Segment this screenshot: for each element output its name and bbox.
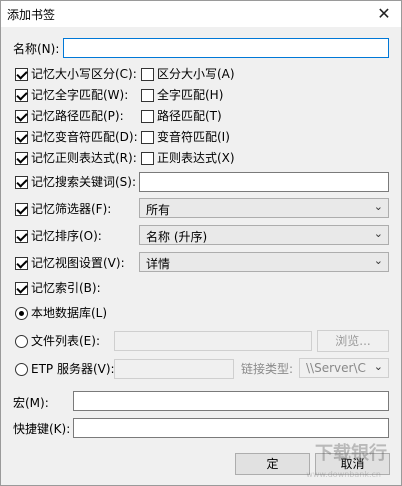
remember-regex-checkbox[interactable] (15, 152, 28, 165)
remember-filter-checkbox[interactable] (15, 203, 28, 216)
remember-case-label: 记忆大小写区分(C): (31, 67, 137, 81)
remember-path-label: 记忆路径匹配(P): (31, 109, 124, 123)
file-list-label: 文件列表(E): (31, 334, 100, 348)
hotkey-input[interactable] (73, 418, 389, 438)
filter-select[interactable]: 所有 ⌄ (139, 198, 389, 218)
hotkey-label: 快捷键(K): (13, 422, 71, 436)
local-db-radio[interactable] (15, 307, 28, 320)
browse-button[interactable]: 浏览... (317, 330, 389, 352)
etp-server-label: ETP 服务器(V): (31, 362, 115, 376)
close-icon[interactable]: ✕ (375, 4, 393, 23)
etp-server-input[interactable] (114, 359, 234, 379)
remember-case-checkbox[interactable] (15, 68, 28, 81)
sort-select[interactable]: 名称 (升序) ⌄ (139, 225, 389, 245)
remember-view-label: 记忆视图设置(V): (31, 256, 125, 270)
file-list-input[interactable] (114, 331, 312, 351)
macro-input[interactable] (73, 391, 389, 411)
match-diacritics-label: 变音符匹配(I) (157, 130, 230, 144)
watermark-logo: 下载银行 (315, 443, 387, 464)
match-path-label: 路径匹配(T) (157, 109, 222, 123)
remember-search-label: 记忆搜索关键词(S): (31, 175, 137, 189)
remember-search-checkbox[interactable] (15, 176, 28, 189)
remember-filter-label: 记忆筛选器(F): (31, 202, 112, 216)
remember-index-label: 记忆索引(B): (31, 281, 101, 295)
link-type-select[interactable]: \\Server\C ⌄ (299, 358, 389, 378)
regex-label: 正则表达式(X) (157, 151, 235, 165)
watermark-url: www.downbank.cn (306, 470, 381, 479)
view-select[interactable]: 详情 ⌄ (139, 252, 389, 272)
chevron-down-icon: ⌄ (373, 254, 383, 267)
add-bookmark-dialog: 添加书签 ✕ 名称(N): 记忆大小写区分(C): 区分大小写(A) 记忆全字匹… (0, 0, 402, 486)
name-label: 名称(N): (13, 42, 60, 56)
chevron-down-icon: ⌄ (373, 227, 383, 240)
name-input[interactable] (63, 38, 389, 58)
match-case-checkbox[interactable] (141, 68, 154, 81)
remember-index-checkbox[interactable] (15, 282, 28, 295)
search-input[interactable] (139, 172, 389, 192)
ok-button[interactable]: 定 (235, 453, 310, 475)
local-db-label: 本地数据库(L) (31, 306, 108, 320)
remember-regex-label: 记忆正则表达式(R): (31, 151, 137, 165)
etp-server-radio[interactable] (15, 363, 28, 376)
remember-whole-word-checkbox[interactable] (15, 89, 28, 102)
remember-sort-checkbox[interactable] (15, 230, 28, 243)
match-diacritics-checkbox[interactable] (141, 131, 154, 144)
match-case-label: 区分大小写(A) (157, 67, 235, 81)
whole-word-label: 全字匹配(H) (157, 88, 224, 102)
chevron-down-icon: ⌄ (373, 360, 383, 373)
match-path-checkbox[interactable] (141, 110, 154, 123)
remember-whole-word-label: 记忆全字匹配(W): (31, 88, 129, 102)
window-title: 添加书签 (7, 8, 56, 22)
remember-view-checkbox[interactable] (15, 257, 28, 270)
remember-diacritics-label: 记忆变音符匹配(D): (31, 130, 138, 144)
remember-sort-label: 记忆排序(O): (31, 229, 102, 243)
file-list-radio[interactable] (15, 335, 28, 348)
regex-checkbox[interactable] (141, 152, 154, 165)
remember-path-checkbox[interactable] (15, 110, 28, 123)
remember-diacritics-checkbox[interactable] (15, 131, 28, 144)
whole-word-checkbox[interactable] (141, 89, 154, 102)
macro-label: 宏(M): (13, 396, 49, 410)
link-type-label: 链接类型: (241, 362, 294, 376)
chevron-down-icon: ⌄ (373, 200, 383, 213)
title-bar: 添加书签 ✕ (1, 1, 401, 27)
